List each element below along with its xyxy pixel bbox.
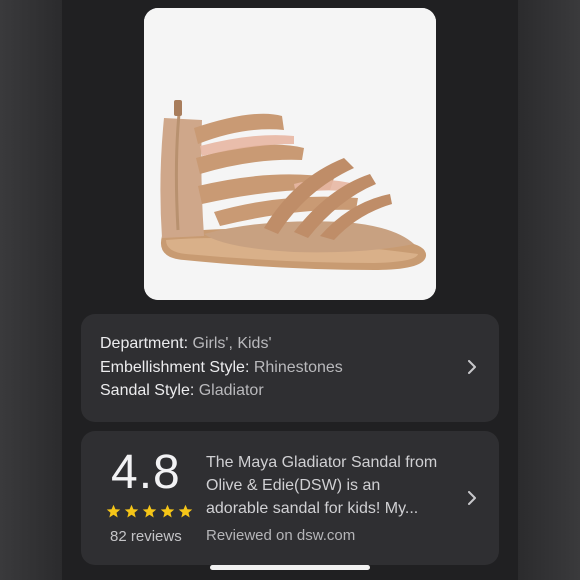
- sandal-illustration: [144, 8, 436, 300]
- attributes-card[interactable]: Department: Girls', Kids' Embellishment …: [81, 314, 499, 422]
- star-icon: [106, 504, 121, 518]
- star-icon: [124, 504, 139, 518]
- attribute-key: Sandal Style:: [100, 382, 195, 399]
- star-rating: [106, 504, 193, 519]
- right-edge: [518, 0, 580, 580]
- star-icon: [178, 504, 193, 518]
- attribute-value: Rhinestones: [253, 359, 343, 376]
- review-summary-line: adorable sandal for kids! My...: [206, 500, 419, 517]
- attribute-department: Department: Girls', Kids': [100, 334, 272, 354]
- attribute-embellishment-style: Embellishment Style: Rhinestones: [100, 358, 343, 378]
- star-icon: [142, 504, 157, 518]
- attribute-sandal-style: Sandal Style: Gladiator: [100, 381, 264, 401]
- review-count: 82 reviews: [110, 528, 182, 545]
- rating-value: 4.8: [111, 446, 181, 499]
- review-summary-line: Olive & Edie(DSW) is an: [206, 477, 381, 494]
- attribute-key: Department:: [100, 335, 189, 352]
- attribute-key: Embellishment Style:: [100, 359, 250, 376]
- left-edge: [0, 0, 62, 580]
- chevron-right-icon[interactable]: [465, 491, 479, 505]
- attribute-value: Gladiator: [198, 382, 264, 399]
- review-card[interactable]: 4.8 82 reviews The Maya Gladiator Sandal…: [81, 431, 499, 565]
- product-image[interactable]: [144, 8, 436, 300]
- product-panel: Department: Girls', Kids' Embellishment …: [62, 0, 518, 580]
- attribute-value: Girls', Kids': [192, 335, 272, 352]
- chevron-right-icon[interactable]: [465, 360, 479, 374]
- star-icon: [160, 504, 175, 518]
- home-indicator[interactable]: [210, 565, 370, 570]
- review-summary: The Maya Gladiator Sandal from Olive & E…: [206, 451, 456, 520]
- review-summary-line: The Maya Gladiator Sandal from: [206, 454, 438, 471]
- review-source: Reviewed on dsw.com: [206, 527, 356, 544]
